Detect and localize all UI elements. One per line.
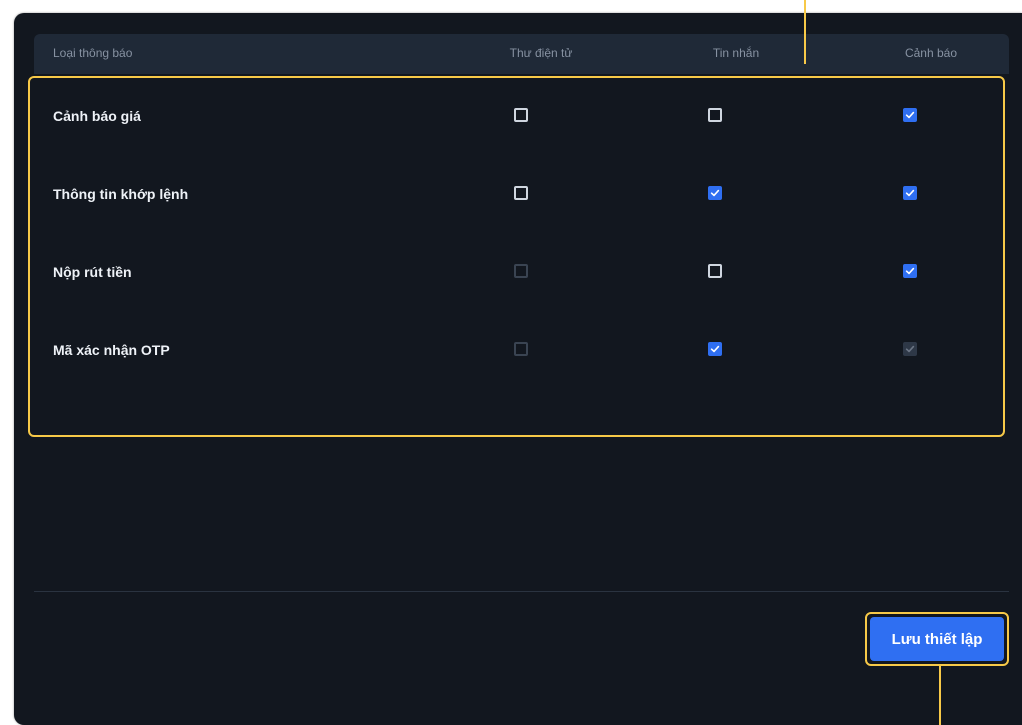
notification-settings-panel: Loại thông báo Thư điện tử Tin nhắn Cảnh… [14, 13, 1022, 725]
checkbox-sms[interactable] [708, 264, 722, 278]
save-button-highlight: Lưu thiết lập [865, 612, 1009, 666]
checkbox-email[interactable] [514, 264, 528, 278]
header-email: Thư điện tử [509, 46, 573, 60]
footer-divider [34, 591, 1009, 592]
checkmark-icon [905, 189, 915, 197]
checkbox-alert[interactable] [903, 342, 917, 356]
table-row: Mã xác nhận OTP [30, 330, 1003, 370]
header-sms: Tin nhắn [712, 46, 760, 60]
table-row: Nộp rút tiền [30, 252, 1003, 292]
header-alert: Cảnh báo [904, 46, 958, 60]
table-header: Loại thông báo Thư điện tử Tin nhắn Cảnh… [34, 34, 1009, 74]
checkbox-sms[interactable] [708, 108, 722, 122]
checkbox-sms[interactable] [708, 342, 722, 356]
save-settings-button[interactable]: Lưu thiết lập [870, 617, 1004, 661]
checkbox-alert[interactable] [903, 108, 917, 122]
checkmark-icon [905, 267, 915, 275]
checkbox-email[interactable] [514, 108, 528, 122]
row-label: Thông tin khớp lệnh [53, 186, 189, 202]
row-label: Nộp rút tiền [53, 264, 132, 280]
callout-line-bottom [939, 664, 941, 725]
checkbox-email[interactable] [514, 342, 528, 356]
checkmark-icon [710, 189, 720, 197]
checkbox-alert[interactable] [903, 186, 917, 200]
checkbox-alert[interactable] [903, 264, 917, 278]
notification-rows: Cảnh báo giá Thông tin khớp lệnh Nộp rút… [28, 76, 1005, 437]
header-notification-type: Loại thông báo [53, 46, 133, 60]
callout-line-top [804, 0, 806, 64]
checkbox-email[interactable] [514, 186, 528, 200]
row-label: Cảnh báo giá [53, 108, 141, 124]
checkbox-sms[interactable] [708, 186, 722, 200]
table-row: Cảnh báo giá [30, 96, 1003, 136]
table-row: Thông tin khớp lệnh [30, 174, 1003, 214]
checkmark-icon [905, 111, 915, 119]
checkmark-icon [905, 345, 915, 353]
checkmark-icon [710, 345, 720, 353]
row-label: Mã xác nhận OTP [53, 342, 170, 358]
